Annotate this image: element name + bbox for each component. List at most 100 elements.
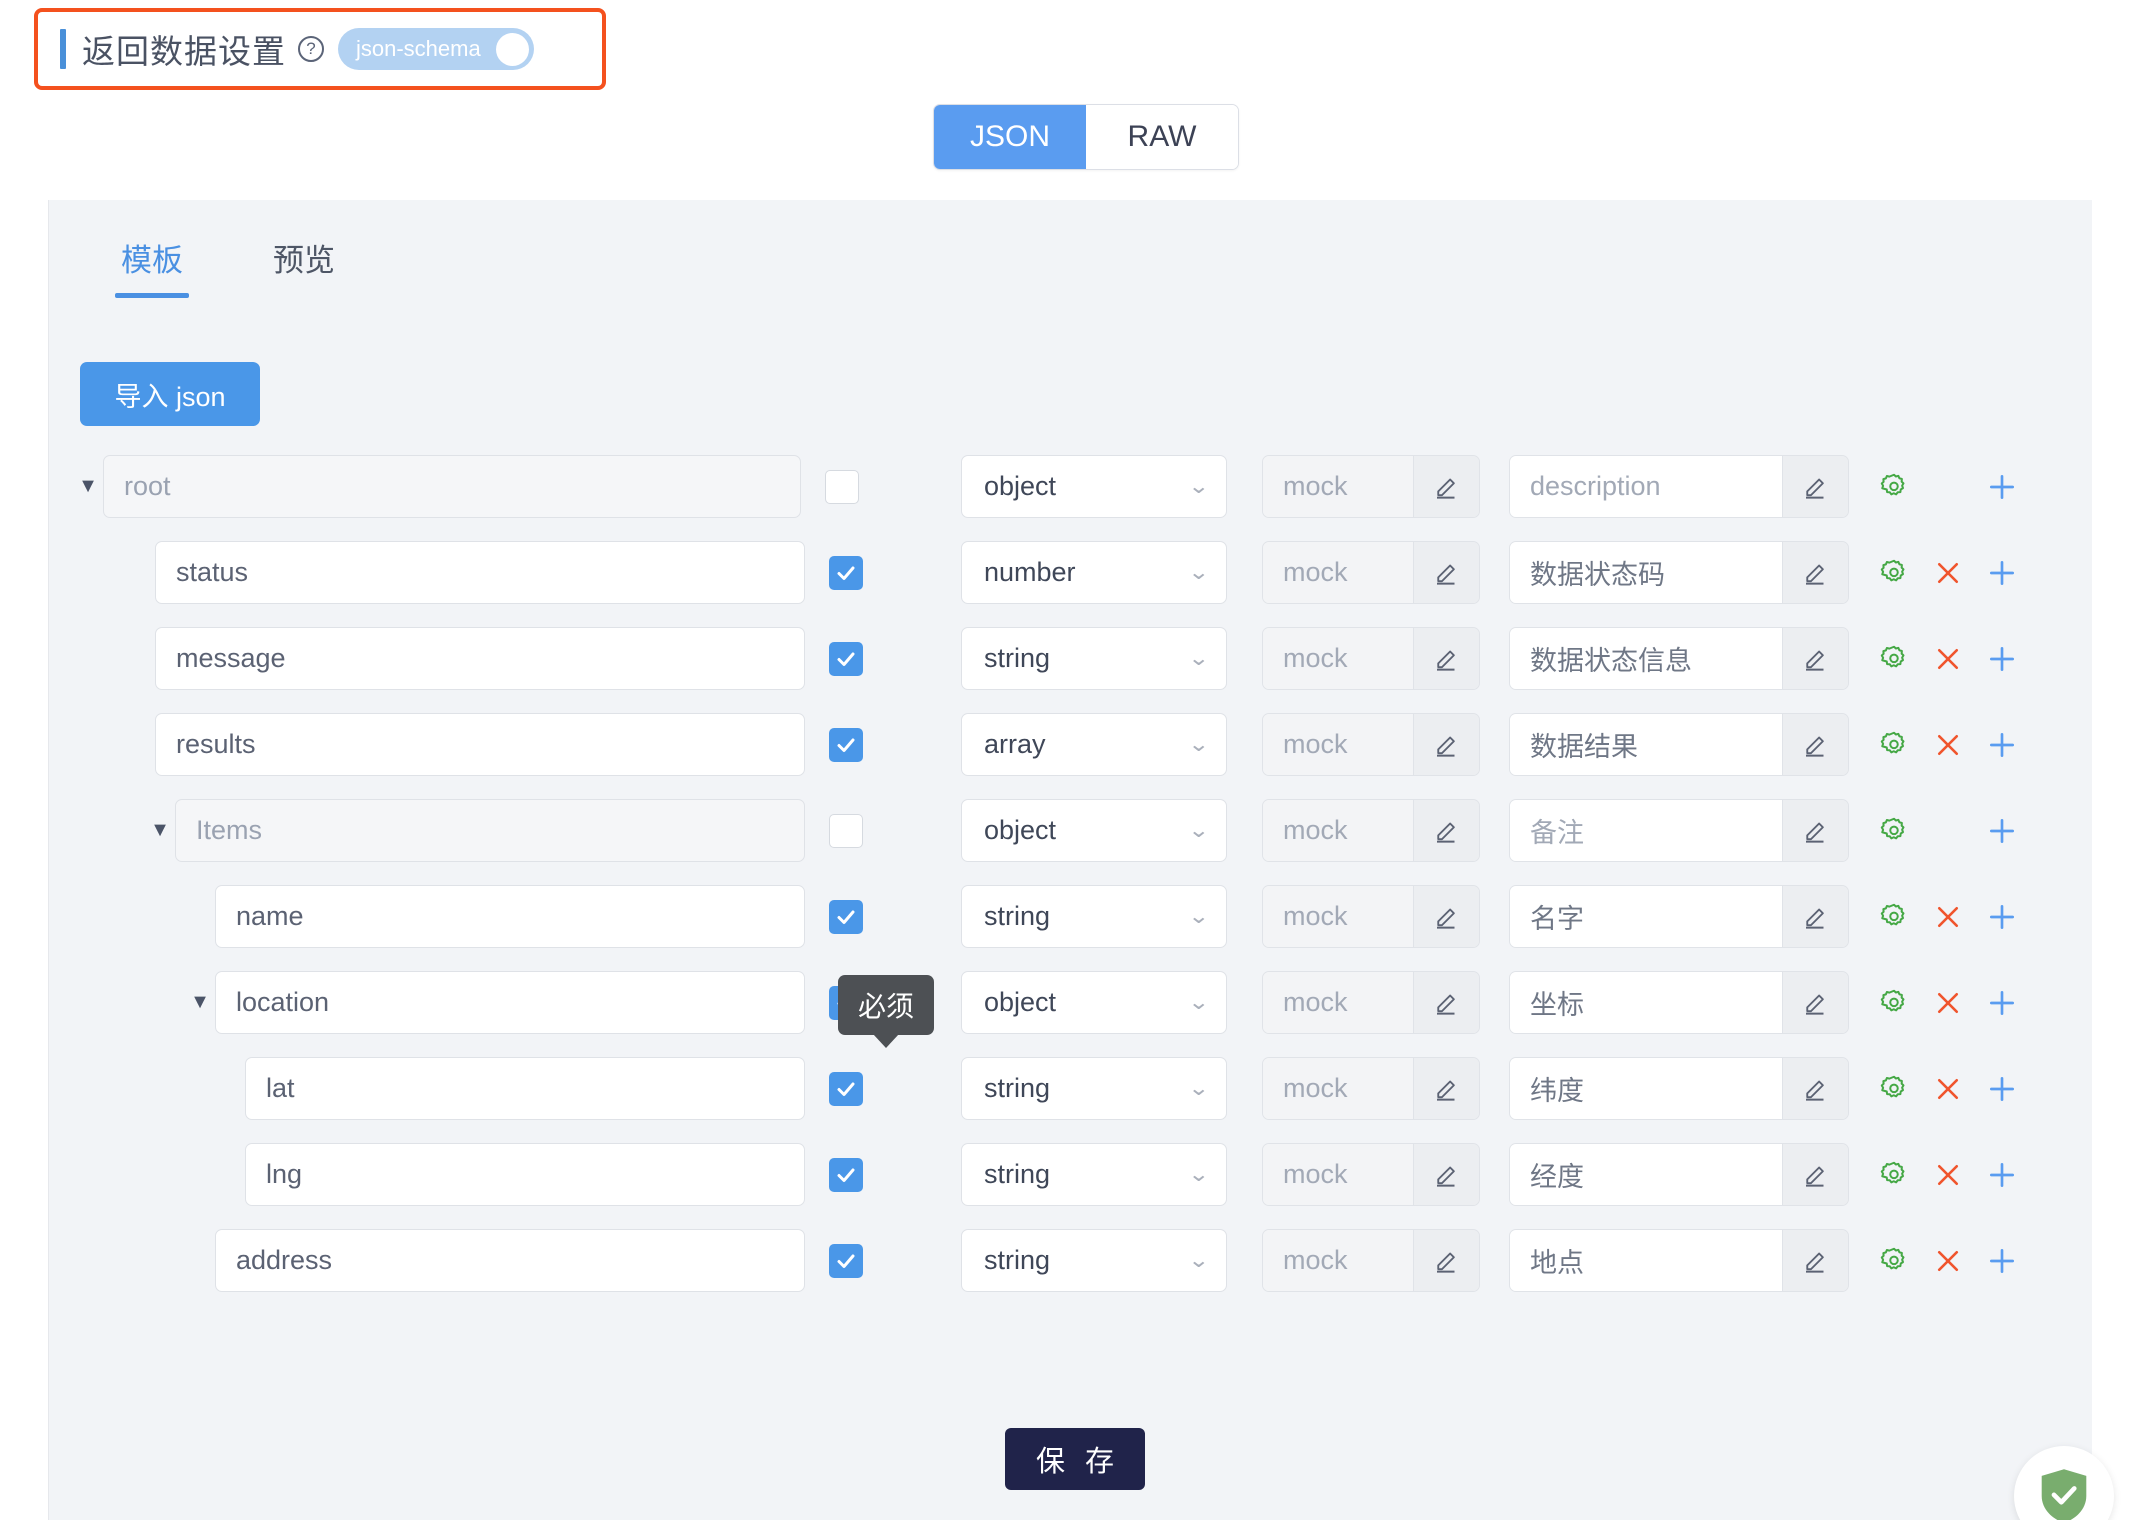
pencil-icon[interactable] [1413, 1230, 1479, 1291]
field-name-input[interactable]: root [103, 455, 801, 518]
gear-icon[interactable] [1878, 987, 1910, 1019]
tab-template[interactable]: 模板 [115, 235, 189, 298]
gear-icon[interactable] [1878, 1073, 1910, 1105]
required-checkbox[interactable] [829, 1157, 863, 1192]
pencil-icon[interactable] [1782, 972, 1848, 1033]
plus-icon[interactable] [1986, 815, 2018, 847]
required-checkbox[interactable] [825, 469, 859, 504]
save-button[interactable]: 保 存 [1005, 1428, 1145, 1490]
close-x-icon[interactable] [1932, 987, 1964, 1019]
plus-icon[interactable] [1986, 643, 2018, 675]
row-expand-caret[interactable]: ▼ [185, 971, 215, 1034]
field-type-select[interactable]: string ⌄ [961, 627, 1227, 690]
pencil-icon[interactable] [1413, 886, 1479, 947]
format-switch-json[interactable]: JSON [934, 105, 1086, 169]
pencil-icon[interactable] [1782, 456, 1848, 517]
pencil-icon[interactable] [1413, 542, 1479, 603]
required-checkbox[interactable] [829, 1243, 863, 1278]
pencil-icon[interactable] [1413, 714, 1479, 775]
field-type-select[interactable]: array ⌄ [961, 713, 1227, 776]
field-name-input[interactable]: name [215, 885, 805, 948]
gear-icon[interactable] [1878, 815, 1910, 847]
gear-icon[interactable] [1878, 901, 1910, 933]
row-expand-caret[interactable]: ▼ [145, 799, 175, 862]
field-name-input[interactable]: location [215, 971, 805, 1034]
plus-icon[interactable] [1986, 987, 2018, 1019]
close-x-icon[interactable] [1932, 729, 1964, 761]
field-description-input[interactable]: 数据结果 [1510, 714, 1782, 775]
plus-icon[interactable] [1986, 1159, 2018, 1191]
pencil-icon[interactable] [1413, 456, 1479, 517]
field-name-input[interactable]: Items [175, 799, 805, 862]
close-x-icon[interactable] [1932, 1159, 1964, 1191]
plus-icon[interactable] [1986, 1245, 2018, 1277]
pencil-icon[interactable] [1782, 714, 1848, 775]
pencil-icon[interactable] [1782, 628, 1848, 689]
field-mock-input[interactable]: mock [1263, 1058, 1413, 1119]
pencil-icon[interactable] [1413, 800, 1479, 861]
field-name-input[interactable]: results [155, 713, 805, 776]
field-mock-input[interactable]: mock [1263, 1230, 1413, 1291]
pencil-icon[interactable] [1782, 800, 1848, 861]
required-checkbox[interactable] [829, 1071, 863, 1106]
field-mock-input[interactable]: mock [1263, 1144, 1413, 1205]
plus-icon[interactable] [1986, 901, 2018, 933]
field-type-select[interactable]: number ⌄ [961, 541, 1227, 604]
required-checkbox[interactable] [829, 555, 863, 590]
tab-preview[interactable]: 预览 [273, 235, 335, 298]
field-type-select[interactable]: object ⌄ [961, 799, 1227, 862]
plus-icon[interactable] [1986, 557, 2018, 589]
field-mock-input[interactable]: mock [1263, 886, 1413, 947]
plus-icon[interactable] [1986, 471, 2018, 503]
field-description-input[interactable]: 数据状态信息 [1510, 628, 1782, 689]
gear-icon[interactable] [1878, 729, 1910, 761]
pencil-icon[interactable] [1413, 628, 1479, 689]
import-json-button[interactable]: 导入 json [80, 362, 260, 426]
close-x-icon[interactable] [1932, 643, 1964, 675]
field-type-select[interactable]: string ⌄ [961, 1143, 1227, 1206]
field-name-input[interactable]: lng [245, 1143, 805, 1206]
field-name-input[interactable]: status [155, 541, 805, 604]
json-schema-toggle[interactable]: json-schema [338, 28, 534, 70]
pencil-icon[interactable] [1413, 972, 1479, 1033]
gear-icon[interactable] [1878, 643, 1910, 675]
field-type-select[interactable]: string ⌄ [961, 1057, 1227, 1120]
field-description-input[interactable]: description [1510, 456, 1782, 517]
field-mock-input[interactable]: mock [1263, 628, 1413, 689]
field-description-input[interactable]: 名字 [1510, 886, 1782, 947]
pencil-icon[interactable] [1782, 542, 1848, 603]
field-name-input[interactable]: message [155, 627, 805, 690]
field-name-input[interactable]: lat [245, 1057, 805, 1120]
close-x-icon[interactable] [1932, 557, 1964, 589]
gear-icon[interactable] [1878, 1159, 1910, 1191]
close-x-icon[interactable] [1932, 1245, 1964, 1277]
required-checkbox[interactable] [829, 899, 863, 934]
field-mock-input[interactable]: mock [1263, 800, 1413, 861]
close-x-icon[interactable] [1932, 901, 1964, 933]
field-description-input[interactable]: 地点 [1510, 1230, 1782, 1291]
field-mock-input[interactable]: mock [1263, 714, 1413, 775]
gear-icon[interactable] [1878, 557, 1910, 589]
field-description-input[interactable]: 纬度 [1510, 1058, 1782, 1119]
field-description-input[interactable]: 数据状态码 [1510, 542, 1782, 603]
pencil-icon[interactable] [1782, 1230, 1848, 1291]
gear-icon[interactable] [1878, 1245, 1910, 1277]
field-description-input[interactable]: 经度 [1510, 1144, 1782, 1205]
field-description-input[interactable]: 备注 [1510, 800, 1782, 861]
adguard-shield-icon[interactable] [2014, 1446, 2114, 1520]
format-switch[interactable]: JSON RAW [933, 104, 1239, 170]
field-mock-input[interactable]: mock [1263, 456, 1413, 517]
pencil-icon[interactable] [1413, 1058, 1479, 1119]
field-type-select[interactable]: object ⌄ [961, 971, 1227, 1034]
required-checkbox[interactable] [829, 641, 863, 676]
gear-icon[interactable] [1878, 471, 1910, 503]
question-mark-circle-icon[interactable]: ? [298, 36, 324, 62]
plus-icon[interactable] [1986, 1073, 2018, 1105]
field-mock-input[interactable]: mock [1263, 972, 1413, 1033]
row-expand-caret[interactable]: ▼ [73, 455, 103, 518]
field-name-input[interactable]: address [215, 1229, 805, 1292]
pencil-icon[interactable] [1413, 1144, 1479, 1205]
field-type-select[interactable]: string ⌄ [961, 885, 1227, 948]
pencil-icon[interactable] [1782, 886, 1848, 947]
required-checkbox[interactable] [829, 727, 863, 762]
